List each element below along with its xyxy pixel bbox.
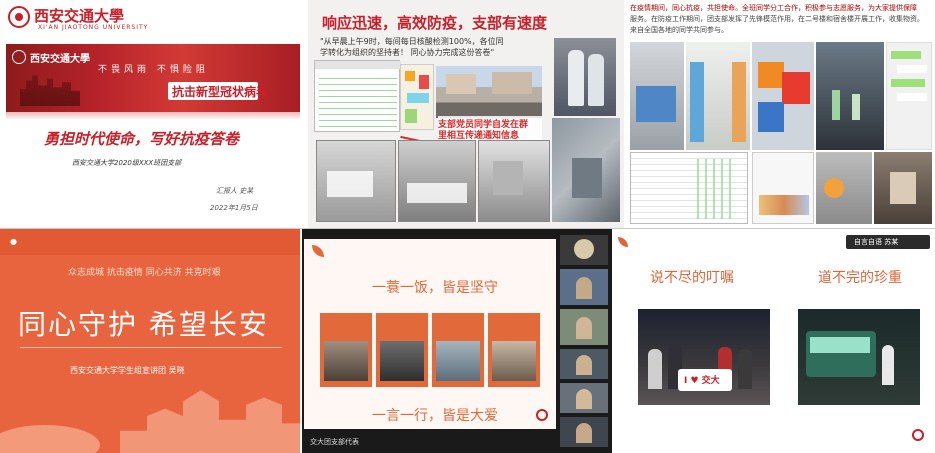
photo-frame-4 [488,313,540,387]
photo-frame-3 [432,313,484,387]
participant-tile-6[interactable] [560,417,608,447]
cover-subline: 西安交通大学2020级XXX班团支部 [72,159,182,167]
slide-line-top: 一蓑一饭，皆是坚守 [372,280,498,296]
slide-thumbnail-farewell[interactable]: 自言自语 苏某 说不尽的叮嘱 道不完的珍重 I ♥ 交大 [614,229,935,453]
banner-title: 抗击新型冠状病毒 [172,85,269,99]
participant-tile-1[interactable] [560,235,608,265]
cover-banner: 西安交通大學 不畏风雨 不惧险阻 抗击新型冠状病毒 [6,44,300,112]
leaf-decoration-icon [618,237,628,247]
seal-icon [536,409,548,421]
slide-title: 响应迅速，高效防疫，支部有速度 [322,14,548,32]
hazmat-worker-photo [554,38,616,116]
photo-frame-1 [320,313,372,387]
shared-slide-area: 一蓑一饭，皆是坚守 一言一行，皆是大爱 [304,239,556,429]
chat-screenshot [886,42,932,150]
campus-queue-photo [436,66,542,118]
photo-frame-2 [376,313,428,387]
campus-map-image [400,64,434,130]
presenter-label: 汇报人 史某 [216,187,254,195]
participant-tile-3[interactable] [560,309,608,345]
volunteer-caption-line-3: 来自全国各地的同学共同参与。 [630,26,728,34]
roster-spreadsheet-image [630,152,748,224]
group-chat-screenshot [752,152,814,224]
dorm-photo-3 [478,140,550,222]
participant-tile-2[interactable] [560,269,608,305]
supplies-photo-1 [630,42,684,150]
volunteer-caption-line-2: 服务。在防疫工作期间，团支部发挥了先锋模范作用，在二号楼和宿舍楼开展工作，收集物… [630,15,924,23]
supermarket-photo [686,42,750,150]
guardian-subtitle: 西安交通大学学生组宣讲团 吴晓 [70,366,185,375]
participant-tile-5[interactable] [560,383,608,413]
bus-photo [798,309,920,405]
slide-thumbnail-response[interactable]: 响应迅速，高效防疫，支部有速度 "从早晨上午9时，每间每日核酸检测100%，各位… [308,0,624,228]
delivery-photo [874,152,932,224]
cover-headline: 勇担时代使命，写好抗疫答卷 [44,130,240,148]
slide-quote-line-1: "从早晨上午9时，每间每日核酸检测100%，各位同 [320,37,504,46]
slide-header-bar [0,229,300,255]
farewell-title-left: 说不尽的叮嘱 [650,270,734,286]
schedule-table-image [314,60,401,132]
callout-box: 支部党员同学自发在群 里相互传递通知信息 [438,116,542,141]
cover-date: 2022年1月5日 [210,204,258,212]
banner-shadow [6,112,300,120]
participant-header-label: 自言自语 苏某 [854,238,899,246]
dorm-photo-1 [316,140,396,222]
street-night-photo [816,42,884,150]
leaf-decoration-icon [312,245,324,257]
video-meeting-window[interactable]: 一蓑一饭，皆是坚守 一言一行，皆是大爱 交大团支部代表 [302,229,612,453]
separator [0,228,935,229]
title-divider [20,347,282,348]
slide-thumbnail-volunteer[interactable]: 在疫情期间，同心抗疫，共担使命。全班同学分工合作，积极参与志愿服务，为大家提供保… [624,0,935,228]
cloud-decoration [0,425,100,453]
slide-line-bottom: 一言一行，皆是大爱 [372,408,498,424]
guardian-title: 同心守护 希望长安 [18,308,269,341]
farewell-title-right: 道不完的珍重 [818,270,902,286]
banner-logo-text: 西安交通大學 [30,54,90,65]
dorm-photo-2 [398,140,476,222]
pagoda-silhouette-image [120,390,300,453]
building-silhouette-image [20,75,80,106]
slide-quote-line-2: 学转化为组织的坚持者！ 同心协力完成这份答卷" [320,48,495,57]
volunteer-caption-line-1: 在疫情期间，同心抗疫，共担使命。全班同学分工合作，积极参与志愿服务，为大家提供保… [630,4,917,12]
slogan-tags: 众志成城 抗击疫情 同心共济 共克时艰 [68,268,221,278]
participant-tile-4[interactable] [560,349,608,379]
university-logo-subtitle: XI'AN JIAOTONG UNIVERSITY [38,24,149,31]
banner-tagline: 不畏风雨 不惧险阻 [98,65,209,75]
banner-seal-icon [12,50,26,64]
university-seal-icon [8,6,30,28]
slide-thumbnail-cover[interactable]: 西安交通大學 XI'AN JIAOTONG UNIVERSITY 西安交通大學 … [0,0,308,228]
food-bags-photo [816,152,872,224]
participant-name-label: 交大团支部代表 [310,438,359,446]
slide-thumbnail-guardian[interactable]: ● 众志成城 抗击疫情 同心共济 共克时艰 同心守护 希望长安 西安交通大学学生… [0,229,300,453]
building-corridor-photo [552,118,620,222]
love-sign-text: I ♥ 交大 [684,376,720,386]
seal-icon [912,429,924,441]
boxes-photo [752,42,814,150]
university-logo-text: 西安交通大學 [34,7,125,25]
slide-logo-text: ● [10,237,17,246]
